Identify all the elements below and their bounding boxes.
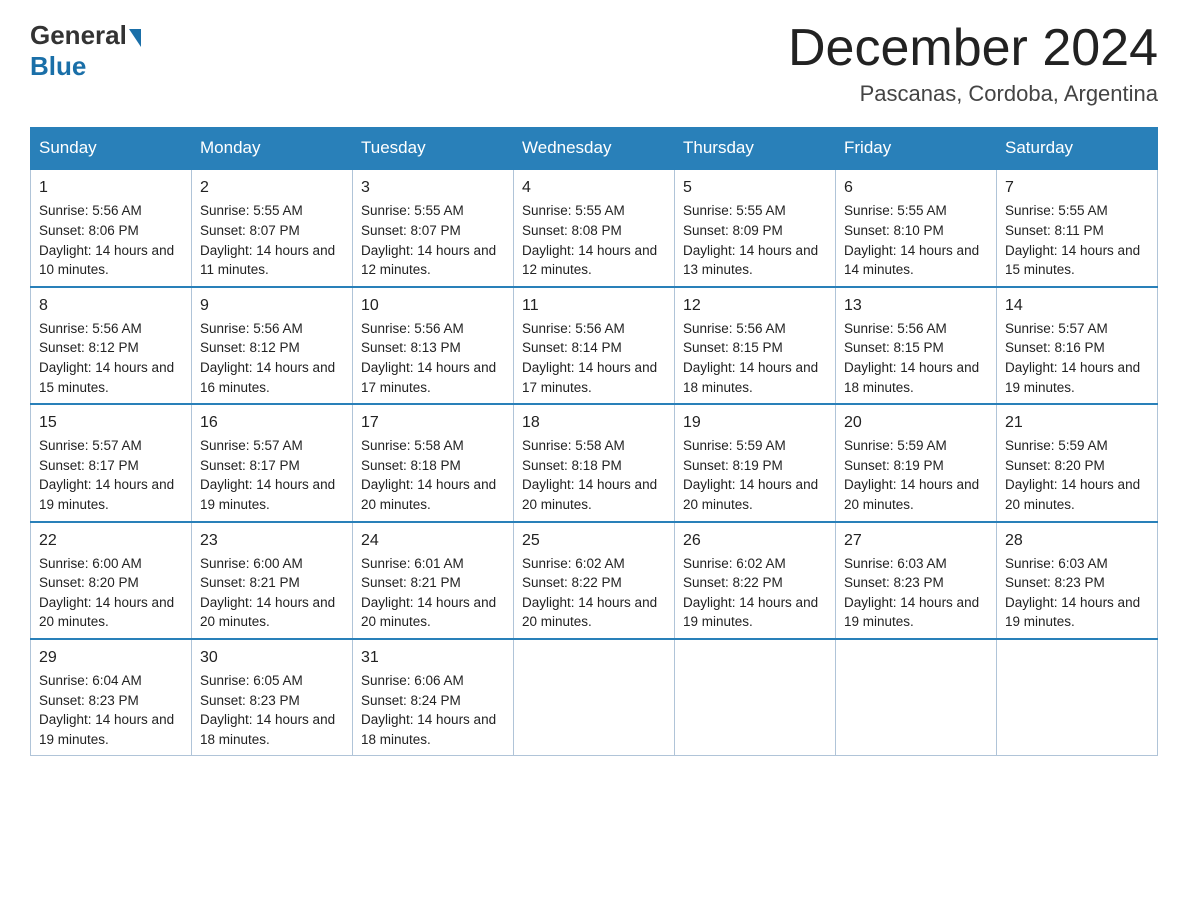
calendar-table: Sunday Monday Tuesday Wednesday Thursday… bbox=[30, 127, 1158, 756]
day-number: 29 bbox=[39, 646, 183, 669]
day-number: 10 bbox=[361, 294, 505, 317]
table-row: 29Sunrise: 6:04 AMSunset: 8:23 PMDayligh… bbox=[31, 639, 192, 756]
day-number: 18 bbox=[522, 411, 666, 434]
col-sunday: Sunday bbox=[31, 128, 192, 170]
table-row: 23Sunrise: 6:00 AMSunset: 8:21 PMDayligh… bbox=[192, 522, 353, 639]
table-row: 19Sunrise: 5:59 AMSunset: 8:19 PMDayligh… bbox=[675, 404, 836, 521]
calendar-week-row: 29Sunrise: 6:04 AMSunset: 8:23 PMDayligh… bbox=[31, 639, 1158, 756]
table-row: 5Sunrise: 5:55 AMSunset: 8:09 PMDaylight… bbox=[675, 169, 836, 286]
day-number: 30 bbox=[200, 646, 344, 669]
page-header: General Blue December 2024 Pascanas, Cor… bbox=[30, 20, 1158, 107]
day-number: 19 bbox=[683, 411, 827, 434]
calendar-week-row: 8Sunrise: 5:56 AMSunset: 8:12 PMDaylight… bbox=[31, 287, 1158, 404]
logo-arrow-icon bbox=[129, 29, 141, 47]
table-row: 14Sunrise: 5:57 AMSunset: 8:16 PMDayligh… bbox=[997, 287, 1158, 404]
table-row: 11Sunrise: 5:56 AMSunset: 8:14 PMDayligh… bbox=[514, 287, 675, 404]
day-number: 2 bbox=[200, 176, 344, 199]
col-thursday: Thursday bbox=[675, 128, 836, 170]
month-title: December 2024 bbox=[788, 20, 1158, 77]
table-row: 25Sunrise: 6:02 AMSunset: 8:22 PMDayligh… bbox=[514, 522, 675, 639]
calendar-week-row: 22Sunrise: 6:00 AMSunset: 8:20 PMDayligh… bbox=[31, 522, 1158, 639]
col-tuesday: Tuesday bbox=[353, 128, 514, 170]
calendar-header-row: Sunday Monday Tuesday Wednesday Thursday… bbox=[31, 128, 1158, 170]
table-row bbox=[997, 639, 1158, 756]
table-row: 6Sunrise: 5:55 AMSunset: 8:10 PMDaylight… bbox=[836, 169, 997, 286]
table-row: 9Sunrise: 5:56 AMSunset: 8:12 PMDaylight… bbox=[192, 287, 353, 404]
table-row: 7Sunrise: 5:55 AMSunset: 8:11 PMDaylight… bbox=[997, 169, 1158, 286]
day-number: 28 bbox=[1005, 529, 1149, 552]
day-number: 16 bbox=[200, 411, 344, 434]
table-row: 17Sunrise: 5:58 AMSunset: 8:18 PMDayligh… bbox=[353, 404, 514, 521]
col-wednesday: Wednesday bbox=[514, 128, 675, 170]
day-number: 21 bbox=[1005, 411, 1149, 434]
day-number: 11 bbox=[522, 294, 666, 317]
day-number: 23 bbox=[200, 529, 344, 552]
day-number: 1 bbox=[39, 176, 183, 199]
col-saturday: Saturday bbox=[997, 128, 1158, 170]
table-row: 16Sunrise: 5:57 AMSunset: 8:17 PMDayligh… bbox=[192, 404, 353, 521]
day-number: 24 bbox=[361, 529, 505, 552]
day-number: 7 bbox=[1005, 176, 1149, 199]
calendar-week-row: 1Sunrise: 5:56 AMSunset: 8:06 PMDaylight… bbox=[31, 169, 1158, 286]
day-number: 22 bbox=[39, 529, 183, 552]
logo-blue-text: Blue bbox=[30, 51, 86, 81]
day-number: 4 bbox=[522, 176, 666, 199]
table-row: 1Sunrise: 5:56 AMSunset: 8:06 PMDaylight… bbox=[31, 169, 192, 286]
col-monday: Monday bbox=[192, 128, 353, 170]
location: Pascanas, Cordoba, Argentina bbox=[788, 81, 1158, 107]
table-row: 27Sunrise: 6:03 AMSunset: 8:23 PMDayligh… bbox=[836, 522, 997, 639]
table-row: 13Sunrise: 5:56 AMSunset: 8:15 PMDayligh… bbox=[836, 287, 997, 404]
day-number: 13 bbox=[844, 294, 988, 317]
title-section: December 2024 Pascanas, Cordoba, Argenti… bbox=[788, 20, 1158, 107]
logo: General Blue bbox=[30, 20, 143, 82]
day-number: 17 bbox=[361, 411, 505, 434]
day-number: 12 bbox=[683, 294, 827, 317]
table-row: 8Sunrise: 5:56 AMSunset: 8:12 PMDaylight… bbox=[31, 287, 192, 404]
table-row bbox=[675, 639, 836, 756]
table-row bbox=[836, 639, 997, 756]
calendar-week-row: 15Sunrise: 5:57 AMSunset: 8:17 PMDayligh… bbox=[31, 404, 1158, 521]
table-row: 20Sunrise: 5:59 AMSunset: 8:19 PMDayligh… bbox=[836, 404, 997, 521]
table-row: 15Sunrise: 5:57 AMSunset: 8:17 PMDayligh… bbox=[31, 404, 192, 521]
table-row: 22Sunrise: 6:00 AMSunset: 8:20 PMDayligh… bbox=[31, 522, 192, 639]
day-number: 6 bbox=[844, 176, 988, 199]
table-row: 28Sunrise: 6:03 AMSunset: 8:23 PMDayligh… bbox=[997, 522, 1158, 639]
table-row: 10Sunrise: 5:56 AMSunset: 8:13 PMDayligh… bbox=[353, 287, 514, 404]
day-number: 3 bbox=[361, 176, 505, 199]
day-number: 8 bbox=[39, 294, 183, 317]
table-row: 18Sunrise: 5:58 AMSunset: 8:18 PMDayligh… bbox=[514, 404, 675, 521]
day-number: 15 bbox=[39, 411, 183, 434]
table-row: 24Sunrise: 6:01 AMSunset: 8:21 PMDayligh… bbox=[353, 522, 514, 639]
table-row: 21Sunrise: 5:59 AMSunset: 8:20 PMDayligh… bbox=[997, 404, 1158, 521]
day-number: 9 bbox=[200, 294, 344, 317]
day-number: 26 bbox=[683, 529, 827, 552]
day-number: 25 bbox=[522, 529, 666, 552]
table-row bbox=[514, 639, 675, 756]
day-number: 27 bbox=[844, 529, 988, 552]
table-row: 31Sunrise: 6:06 AMSunset: 8:24 PMDayligh… bbox=[353, 639, 514, 756]
table-row: 2Sunrise: 5:55 AMSunset: 8:07 PMDaylight… bbox=[192, 169, 353, 286]
day-number: 31 bbox=[361, 646, 505, 669]
table-row: 26Sunrise: 6:02 AMSunset: 8:22 PMDayligh… bbox=[675, 522, 836, 639]
table-row: 30Sunrise: 6:05 AMSunset: 8:23 PMDayligh… bbox=[192, 639, 353, 756]
day-number: 5 bbox=[683, 176, 827, 199]
day-number: 20 bbox=[844, 411, 988, 434]
logo-general-text: General bbox=[30, 20, 127, 51]
table-row: 3Sunrise: 5:55 AMSunset: 8:07 PMDaylight… bbox=[353, 169, 514, 286]
col-friday: Friday bbox=[836, 128, 997, 170]
table-row: 4Sunrise: 5:55 AMSunset: 8:08 PMDaylight… bbox=[514, 169, 675, 286]
table-row: 12Sunrise: 5:56 AMSunset: 8:15 PMDayligh… bbox=[675, 287, 836, 404]
day-number: 14 bbox=[1005, 294, 1149, 317]
